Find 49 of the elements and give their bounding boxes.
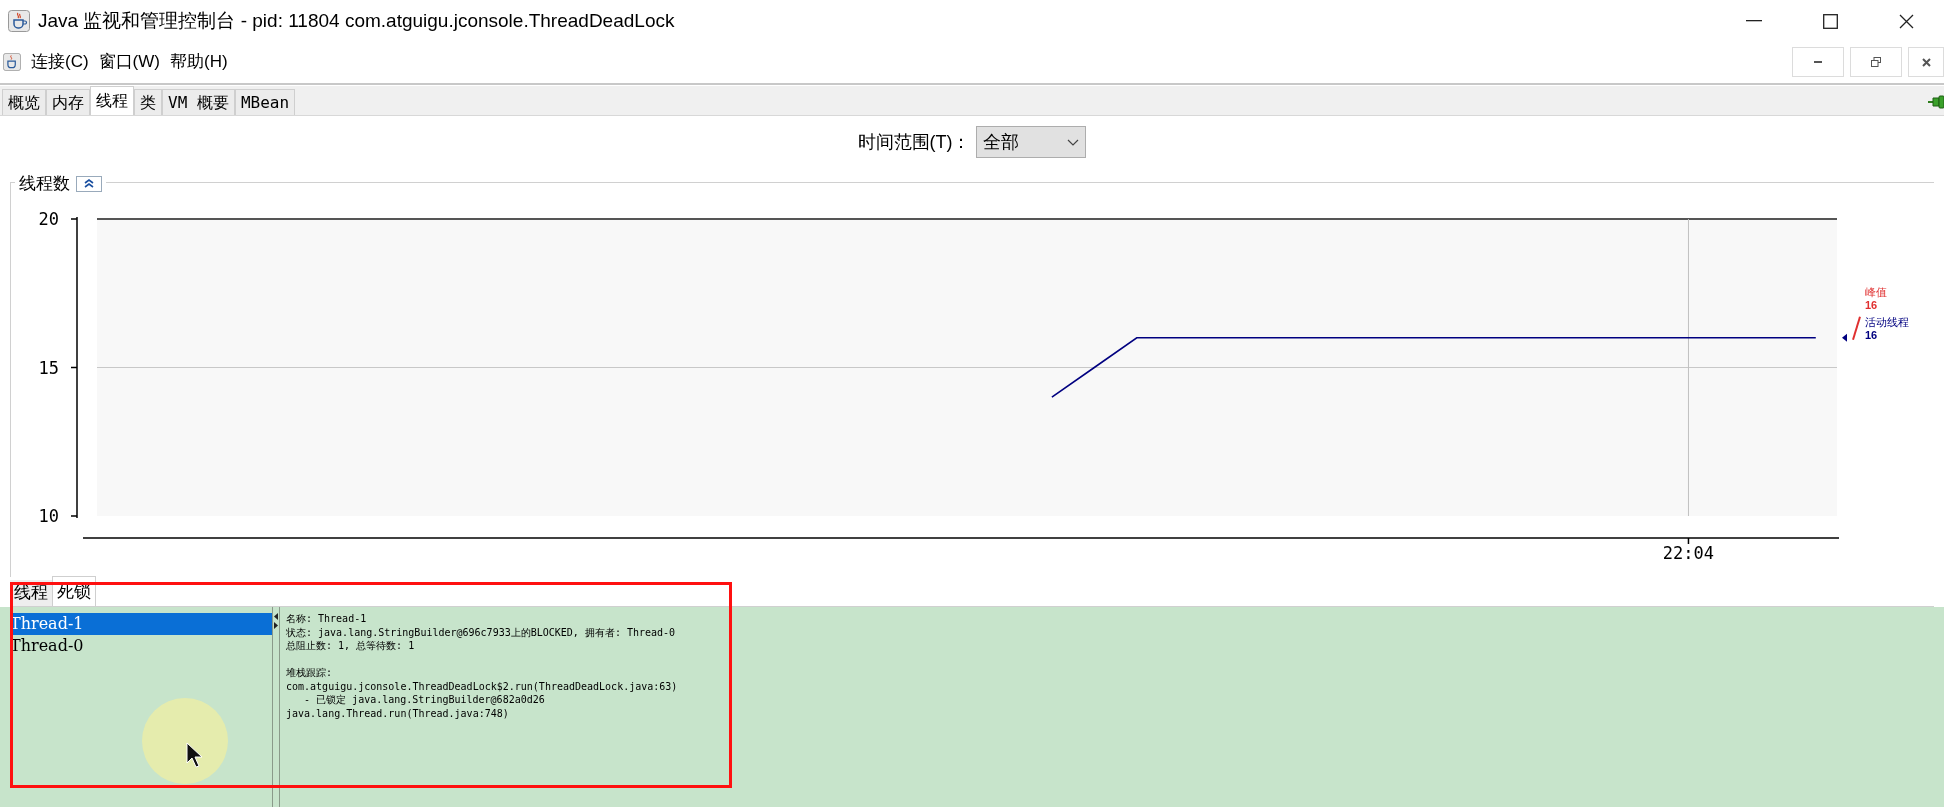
restore-button[interactable] — [1850, 47, 1902, 77]
legend-label: 活动线程 — [1865, 315, 1909, 328]
collapse-button[interactable] — [76, 175, 102, 192]
thread-detail-line: com.atguigu.jconsole.ThreadDeadLock$2.run(ThreadDeadLock.java:63) — [286, 679, 678, 693]
chevron-down-icon — [1067, 138, 1080, 146]
java-cup-icon — [8, 10, 30, 32]
thread-detail-line: 总阻止数: 1, 总等待数: 1 — [286, 639, 416, 653]
maximize-icon — [1822, 13, 1838, 29]
tab[interactable]: 内存 — [46, 89, 90, 115]
mouse-pointer-icon — [186, 742, 204, 770]
chart-title: 线程数 — [19, 173, 70, 195]
right-arrow-icon — [274, 622, 278, 629]
java-cup-icon — [3, 53, 21, 71]
thread-detail-line: 名称: Thread-1 — [286, 612, 368, 626]
thread-detail-line: - 已锁定 java.lang.StringBuilder@682a0d26 — [303, 693, 546, 707]
close-icon — [1921, 57, 1931, 67]
restore-icon — [1871, 57, 1881, 67]
window-title: Java 监视和管理控制台 - pid: 11804 com.atguigu.jconsole.ThreadDeadLock — [38, 8, 675, 33]
y-axis-label: 15 — [38, 357, 59, 378]
plug-icon — [1928, 95, 1944, 109]
legend-label: 峰值 — [1865, 285, 1887, 298]
menu-item[interactable]: 连接(C) — [31, 49, 89, 75]
thread-list-item[interactable]: Thread-1 — [10, 613, 272, 635]
time-range-label: 时间范围(T)： — [857, 130, 971, 154]
tab[interactable]: VM 概要 — [162, 89, 235, 115]
close-button[interactable] — [1908, 47, 1944, 77]
minimize-icon — [1746, 20, 1762, 22]
double-chevron-up-icon — [84, 179, 94, 189]
y-axis-label: 10 — [38, 506, 59, 526]
thread-detail-line: java.lang.Thread.run(Thread.java:748) — [286, 706, 510, 720]
minimize-button[interactable] — [1792, 47, 1844, 77]
minimize-icon — [1814, 61, 1822, 63]
thread-detail-line: 堆栈跟踪: — [286, 666, 334, 680]
menu-item[interactable]: 窗口(W) — [98, 49, 160, 75]
tab[interactable]: 类 — [134, 89, 162, 115]
x-axis-label: 22:04 — [1662, 543, 1715, 563]
time-range-dropdown[interactable]: 全部 — [976, 126, 1087, 158]
close-icon — [1898, 13, 1914, 29]
y-axis-label: 20 — [38, 209, 59, 229]
legend-value: 16 — [1865, 298, 1878, 311]
tab[interactable]: 概览 — [2, 89, 46, 115]
tab[interactable]: MBean — [234, 89, 296, 115]
menu-item[interactable]: 帮助(H) — [170, 49, 228, 75]
thread-detail-line: 状态: java.lang.StringBuilder@696c7933上的BLOCKED, 拥有者: Thread-0 — [286, 625, 677, 639]
legend-value: 16 — [1865, 328, 1878, 341]
left-arrow-icon — [274, 613, 278, 620]
tab[interactable]: 线程 — [90, 86, 134, 115]
thread-list-item[interactable]: Thread-0 — [10, 635, 272, 657]
value-marker-icon — [1842, 333, 1847, 342]
